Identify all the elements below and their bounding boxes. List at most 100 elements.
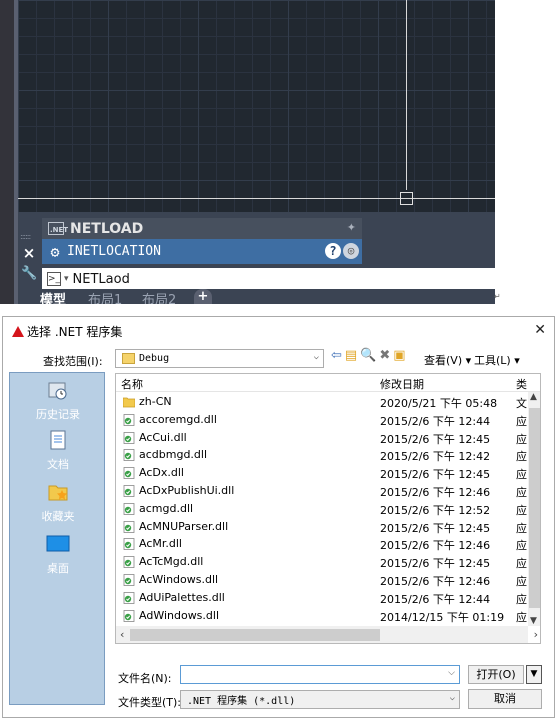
close-icon[interactable]: ✕ [534,322,546,338]
open-button[interactable]: 打开(O) [468,665,524,684]
place-documents[interactable]: 文档 [10,429,106,472]
dll-file-icon [123,449,135,462]
search-web-icon[interactable]: 🔍 [360,348,376,363]
command-line[interactable]: >_ ▾ NETLaod [42,268,495,290]
help-icon[interactable]: ? [325,243,341,259]
file-name: AcMr.dll [139,537,182,551]
file-date: 2015/2/6 下午 12:46 [380,486,491,499]
file-date: 2015/2/6 下午 12:44 [380,414,491,428]
nav-toolbar: ⇦ ▤ 🔍 ✖ ▣ [331,348,406,363]
filename-field[interactable]: ⌵ [180,665,460,684]
file-name: accoremgd.dll [139,412,217,426]
chevron-down-icon[interactable]: ▾ [64,274,69,284]
dll-file-icon [123,520,135,533]
horizontal-scrollbar[interactable]: ‹ › [116,626,538,643]
open-options-dropdown[interactable]: ▼ [526,665,542,684]
scroll-thumb[interactable] [130,629,380,641]
expand-icon[interactable]: ✦ [347,221,356,234]
scroll-down-icon[interactable]: ▼ [530,616,537,626]
new-folder-icon[interactable]: ▣ [393,348,405,363]
list-item[interactable]: acmgd.dll 2015/2/6 下午 12:52 应 [116,500,540,518]
scroll-up-icon[interactable]: ▲ [530,392,537,402]
desktop-icon [46,535,70,552]
back-arrow-icon[interactable]: ⇦ [331,348,342,363]
autocad-logo-icon [12,325,24,337]
file-name: AdWindows.dll [139,608,220,622]
file-type: 应 [516,503,527,517]
sort-caret-icon: ⌃ [240,373,248,380]
file-date: 2015/2/6 下午 12:44 [380,592,491,606]
cancel-button[interactable]: 取消 [468,689,542,709]
command-input[interactable]: NETLaod [73,272,130,287]
file-name: AcDx.dll [139,466,184,480]
list-item[interactable]: AcMr.dll 2015/2/6 下午 12:46 应 [116,535,540,553]
crosshair-pickbox [400,192,413,205]
delete-icon[interactable]: ✖ [379,348,390,363]
view-menu[interactable]: 查看(V) ▾ [424,352,471,368]
chevron-down-icon: ⌵ [449,693,455,703]
net-icon: .NET [48,222,68,235]
tab-layout1[interactable]: 布局1 [88,289,122,304]
list-item[interactable]: zh-CN 2020/5/21 下午 05:48 文 [116,393,540,411]
list-item[interactable]: accoremgd.dll 2015/2/6 下午 12:44 应 [116,411,540,429]
place-label: 文档 [47,458,69,471]
dll-file-icon [123,591,135,604]
file-type: 应 [516,610,527,624]
tools-menu[interactable]: 工具(L) ▾ [474,352,520,368]
place-history[interactable]: 历史记录 [10,379,106,422]
list-item[interactable]: AcDx.dll 2015/2/6 下午 12:45 应 [116,464,540,482]
page: :::::: × 🔧 .NET NETLOAD ✦ ⚙ INETLOCATION… [0,0,559,719]
file-type: 应 [516,414,527,428]
scroll-thumb[interactable] [529,408,540,608]
up-folder-icon[interactable]: ▤ [345,348,357,363]
column-header-date[interactable]: 修改日期 [380,376,424,392]
file-type: 应 [516,557,527,571]
dialog-titlebar[interactable]: 选择 .NET 程序集 ✕ [3,317,556,345]
list-item[interactable]: AcCui.dll 2015/2/6 下午 12:45 应 [116,429,540,447]
tab-layout2[interactable]: 布局2 [142,289,176,304]
chevron-down-icon[interactable]: ⌵ [448,668,455,678]
scroll-left-icon[interactable]: ‹ [120,628,124,641]
file-date: 2015/2/6 下午 12:45 [380,557,491,571]
internet-icon[interactable]: ◎ [343,243,359,259]
vertical-scrollbar[interactable]: ▲ ▼ [528,392,540,626]
file-type: 应 [516,539,527,553]
column-header-type[interactable]: 类 [516,376,527,392]
file-date: 2015/2/6 下午 12:42 [380,450,491,464]
layout-tabs: 模型 布局1 布局2 + [18,289,495,304]
list-item[interactable]: acdbmgd.dll 2015/2/6 下午 12:42 应 [116,446,540,464]
place-desktop[interactable]: 桌面 [10,533,106,576]
command-prompt-icon: >_ [47,272,61,286]
list-item[interactable]: AcTcMgd.dll 2015/2/6 下午 12:45 应 [116,553,540,571]
file-name: AdUiPalettes.dll [139,590,225,604]
file-type: 应 [516,450,527,464]
scroll-right-icon[interactable]: › [534,628,538,641]
autocomplete-item-netload[interactable]: .NET NETLOAD ✦ [42,218,362,239]
list-item[interactable]: AcMNUParser.dll 2015/2/6 下午 12:45 应 [116,518,540,536]
favorites-folder-icon [48,485,68,501]
list-item[interactable]: AcDxPublishUi.dll 2015/2/6 下午 12:46 应 [116,482,540,500]
place-favorites[interactable]: 收藏夹 [10,481,106,524]
file-type: 应 [516,468,527,482]
list-item[interactable]: AdUiPalettes.dll 2015/2/6 下午 12:44 应 [116,589,540,607]
file-list: 名称 ⌃ 修改日期 类 zh-CN 2020/5/21 下午 05:48 文 acco… [115,373,541,644]
dll-file-icon [123,538,135,551]
file-type: 应 [516,521,527,535]
tab-model[interactable]: 模型 [40,289,66,304]
lookin-dropdown[interactable]: Debug ⌵ [115,349,324,368]
close-icon[interactable]: × [21,244,37,262]
file-type: 文 [516,397,527,410]
column-header-name[interactable]: 名称 [121,376,143,392]
wrench-icon[interactable]: 🔧 [21,266,37,284]
filetype-dropdown[interactable]: .NET 程序集 (*.dll) ⌵ [180,690,460,709]
list-item[interactable]: AcWindows.dll 2015/2/6 下午 12:46 应 [116,571,540,589]
autocomplete-item-inetlocation[interactable]: ⚙ INETLOCATION ? ◎ [42,239,362,264]
file-name: AcDxPublishUi.dll [139,484,235,497]
list-item[interactable]: AdWindows.dll 2014/12/15 下午 01:19 应 [116,607,540,625]
file-name: AcCui.dll [139,430,187,444]
file-date: 2015/2/6 下午 12:46 [380,575,491,588]
add-layout-button[interactable]: + [194,289,212,304]
crosshair-vertical [406,0,407,190]
file-list-header: 名称 ⌃ 修改日期 类 [116,373,540,392]
filename-label: 文件名(N): [118,672,172,685]
